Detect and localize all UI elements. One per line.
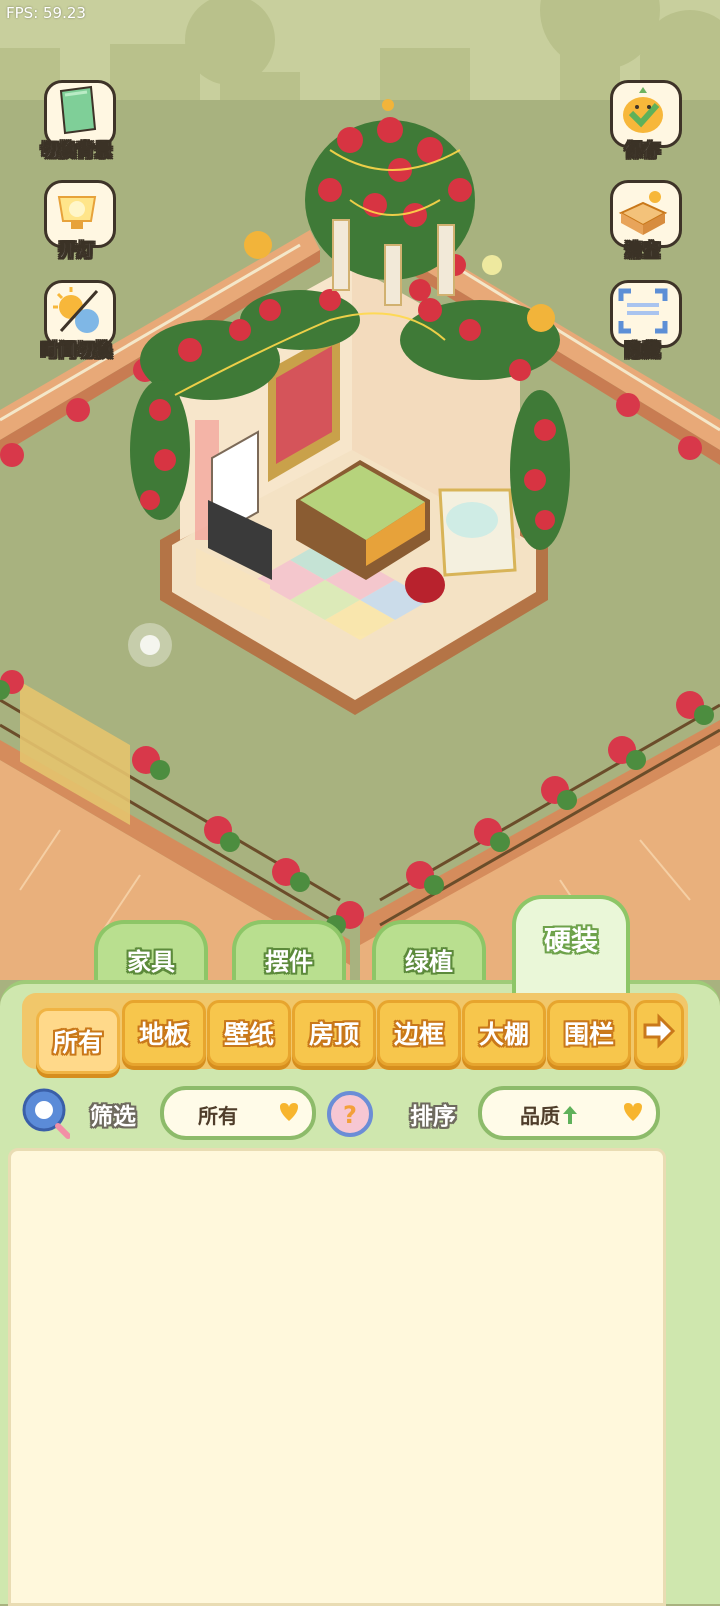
filter-label: 筛选 (90, 1104, 136, 1130)
svg-text:?: ? (343, 1101, 357, 1129)
subtab-greenhouse-label: 大棚 (478, 1020, 529, 1049)
lights-on-button[interactable]: 开灯 (28, 180, 126, 272)
subtab-all[interactable]: 所有 (36, 1008, 120, 1074)
save-button[interactable]: 保存 (594, 80, 692, 172)
search-button[interactable] (22, 1088, 71, 1139)
help-button[interactable]: ? (326, 1090, 374, 1138)
clear-label: 清空 (625, 241, 661, 262)
sort-label: 排序 (410, 1104, 456, 1130)
subtab-next-button[interactable] (634, 1000, 684, 1066)
time-switch-label: 时间切换 (41, 341, 113, 362)
fps-counter: FPS: 59.23 (6, 4, 86, 22)
filter-value: 所有 (198, 1104, 238, 1128)
clear-button[interactable]: 清空 (594, 180, 692, 272)
subtab-fence-label: 围栏 (563, 1020, 614, 1049)
subtab-floor-label: 地板 (138, 1020, 189, 1049)
question-icon: ? (327, 1091, 373, 1137)
search-icon (22, 1088, 71, 1139)
tab-hardware[interactable]: 硬装 (512, 895, 630, 997)
save-label: 保存 (625, 141, 661, 162)
item-list[interactable] (8, 1148, 666, 1606)
sort-dropdown[interactable]: 品质 (478, 1086, 660, 1140)
dropdown-heart-icon (624, 1103, 642, 1121)
subtab-greenhouse[interactable]: 大棚 (462, 1000, 546, 1066)
subtab-all-label: 所有 (52, 1028, 103, 1057)
time-switch-button[interactable]: 时间切换 (28, 280, 126, 372)
subtab-roof-label: 房顶 (308, 1020, 359, 1049)
tab-decor-label: 摆件 (265, 948, 313, 976)
switch-background-button[interactable]: 切换背景 (28, 80, 126, 172)
arrow-up-icon (563, 1106, 577, 1124)
filter-dropdown[interactable]: 所有 (160, 1086, 316, 1140)
tab-hardware-label: 硬装 (544, 926, 598, 957)
dropdown-heart-icon (280, 1103, 298, 1121)
subtab-fence[interactable]: 围栏 (547, 1000, 631, 1066)
subtab-wallpaper[interactable]: 壁纸 (207, 1000, 291, 1066)
arrow-right-icon (643, 1013, 676, 1049)
subtab-wallpaper-label: 壁纸 (223, 1020, 274, 1049)
lights-on-label: 开灯 (59, 241, 95, 262)
hide-label: 隐藏 (625, 341, 661, 362)
sort-value: 品质 (482, 1100, 616, 1129)
subtab-roof[interactable]: 房顶 (292, 1000, 376, 1066)
subtab-floor[interactable]: 地板 (122, 1000, 206, 1066)
switch-background-label: 切换背景 (41, 141, 113, 162)
tab-plants-label: 绿植 (405, 948, 453, 976)
subtab-border[interactable]: 边框 (377, 1000, 461, 1066)
tab-furniture-label: 家具 (127, 948, 175, 976)
subtab-border-label: 边框 (393, 1020, 444, 1049)
hide-button[interactable]: 隐藏 (594, 280, 692, 372)
